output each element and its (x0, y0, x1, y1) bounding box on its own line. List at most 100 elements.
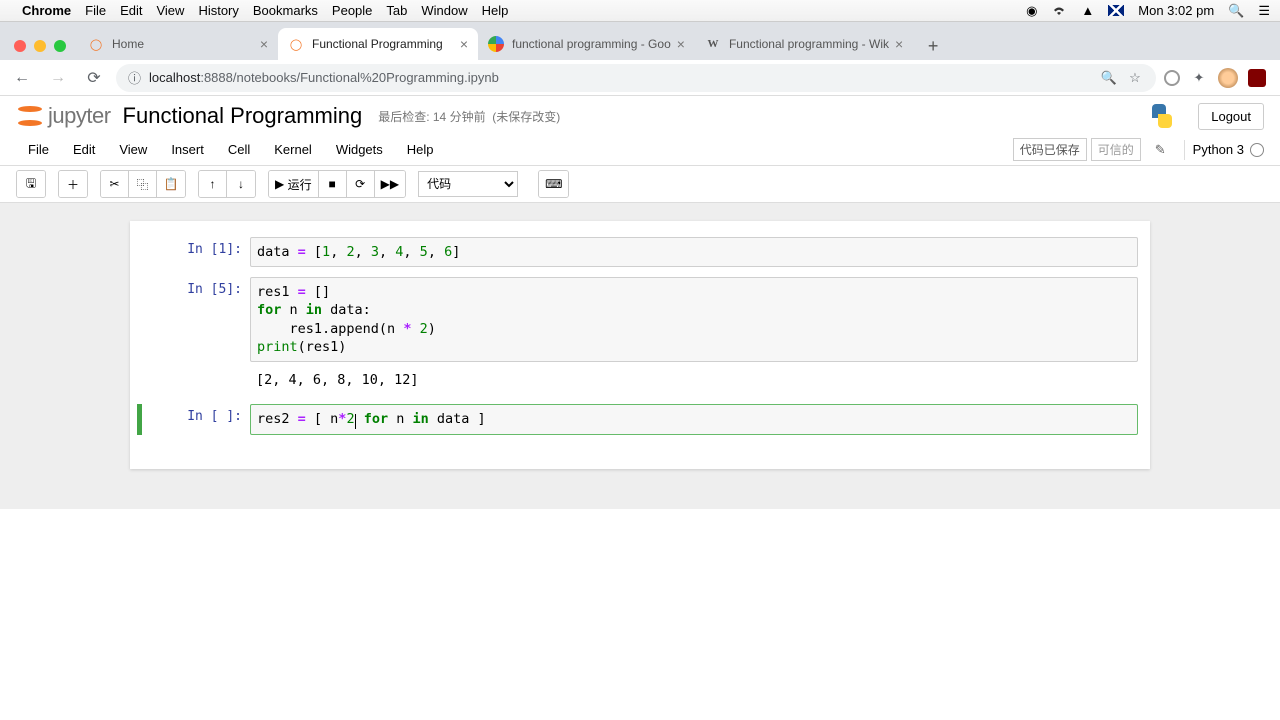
code-input[interactable]: data = [1, 2, 3, 4, 5, 6] (250, 237, 1138, 267)
app-name[interactable]: Chrome (22, 3, 71, 18)
jupyter-page: jupyter Functional Programming 最后检查: 14 … (0, 96, 1280, 509)
spotlight-icon[interactable]: 🔍 (1228, 3, 1244, 19)
code-input[interactable]: res2 = [ n*2 for n in data ] (250, 404, 1138, 434)
move-down-button[interactable]: ↓ (227, 171, 255, 197)
cut-button[interactable]: ✂ (101, 171, 129, 197)
save-button[interactable]: 🖫 (17, 171, 45, 197)
jup-menu-insert[interactable]: Insert (159, 138, 216, 161)
jupyter-toolbar: 🖫 ＋ ✂ ⿻ 📋 ↑ ↓ ▶ 运行 ■ ⟳ ▶▶ 代码 (0, 166, 1280, 203)
menu-edit[interactable]: Edit (120, 3, 142, 18)
dropbox-icon[interactable]: ▲ (1081, 3, 1094, 18)
extension-circle-icon[interactable] (1164, 70, 1180, 86)
profile-avatar[interactable] (1218, 68, 1238, 88)
run-button[interactable]: ▶ 运行 (269, 171, 319, 197)
run-label: 运行 (288, 176, 312, 193)
menu-file[interactable]: File (85, 3, 106, 18)
jup-menu-file[interactable]: File (16, 138, 61, 161)
address-bar[interactable]: ⓘ localhost:8888/notebooks/Functional%20… (116, 64, 1156, 92)
copy-button[interactable]: ⿻ (129, 171, 157, 197)
tab-title: Home (112, 37, 254, 51)
paste-button[interactable]: 📋 (157, 171, 185, 197)
jup-menu-view[interactable]: View (107, 138, 159, 161)
tab-title: Functional Programming (312, 37, 454, 51)
tab-notebook[interactable]: ◯ Functional Programming × (278, 28, 478, 60)
code-text: data = [1, 2, 3, 4, 5, 6] (257, 243, 1131, 261)
close-tab-icon[interactable]: × (895, 36, 903, 52)
arrow-up-icon: ↑ (210, 177, 216, 191)
tab-strip: ◯ Home × ◯ Functional Programming × func… (0, 22, 1280, 60)
menu-tab[interactable]: Tab (386, 3, 407, 18)
move-up-button[interactable]: ↑ (199, 171, 227, 197)
cell-type-select[interactable]: 代码 (418, 171, 518, 197)
close-window-button[interactable] (14, 40, 26, 52)
menu-extras-icon[interactable]: ☰ (1258, 3, 1270, 19)
menu-window[interactable]: Window (421, 3, 467, 18)
stop-button[interactable]: ■ (319, 171, 347, 197)
reload-button[interactable]: ⟳ (80, 64, 108, 92)
edit-metadata-icon[interactable]: ✎ (1145, 142, 1176, 158)
wifi-icon[interactable] (1051, 5, 1067, 17)
input-prompt: In [ ]: (142, 404, 250, 434)
notebook-title[interactable]: Functional Programming (123, 103, 363, 129)
fast-forward-icon: ▶▶ (381, 177, 399, 191)
menu-help[interactable]: Help (482, 3, 509, 18)
window-controls (6, 40, 78, 60)
code-cell[interactable]: In [5]: res1 = [] for n in data: res1.ap… (142, 277, 1138, 362)
bookmark-icon[interactable]: ☆ (1126, 69, 1144, 87)
menu-history[interactable]: History (198, 3, 238, 18)
chrome-window: ◯ Home × ◯ Functional Programming × func… (0, 22, 1280, 720)
back-button[interactable]: ← (8, 64, 36, 92)
save-status: 代码已保存 (1013, 138, 1087, 161)
save-icon: 🖫 (26, 174, 36, 195)
clock[interactable]: Mon 3:02 pm (1138, 3, 1214, 18)
forward-button[interactable]: → (44, 64, 72, 92)
run-icon: ▶ (275, 177, 284, 191)
zoom-icon[interactable]: 🔍 (1100, 69, 1118, 87)
tab-home[interactable]: ◯ Home × (78, 28, 278, 60)
logout-button[interactable]: Logout (1198, 103, 1264, 130)
add-cell-button[interactable]: ＋ (59, 171, 87, 197)
restart-run-all-button[interactable]: ▶▶ (375, 171, 405, 197)
new-tab-button[interactable]: + (919, 32, 947, 60)
code-cell[interactable]: In [1]: data = [1, 2, 3, 4, 5, 6] (142, 237, 1138, 267)
plus-icon: ＋ (67, 176, 79, 193)
tab-title: Functional programming - Wik (729, 37, 889, 51)
extensions-icon[interactable]: ✦ (1190, 69, 1208, 87)
cut-icon: ✂ (109, 177, 119, 191)
code-cell-selected[interactable]: In [ ]: res2 = [ n*2 for n in data ] (137, 404, 1138, 434)
command-palette-button[interactable]: ⌨ (539, 171, 568, 197)
close-tab-icon[interactable]: × (677, 36, 685, 52)
menu-view[interactable]: View (156, 3, 184, 18)
menu-people[interactable]: People (332, 3, 372, 18)
restart-button[interactable]: ⟳ (347, 171, 375, 197)
close-tab-icon[interactable]: × (460, 36, 468, 52)
tab-title: functional programming - Goo (512, 37, 671, 51)
jup-menu-cell[interactable]: Cell (216, 138, 262, 161)
zoom-window-button[interactable] (54, 40, 66, 52)
jup-menu-help[interactable]: Help (395, 138, 446, 161)
tab-wikipedia[interactable]: W Functional programming - Wik × (695, 28, 913, 60)
google-favicon (488, 36, 504, 52)
jup-menu-kernel[interactable]: Kernel (262, 138, 324, 161)
ublock-icon[interactable] (1248, 69, 1266, 87)
restart-icon: ⟳ (355, 177, 365, 191)
kernel-indicator-icon[interactable] (1250, 143, 1264, 157)
menu-bookmarks[interactable]: Bookmarks (253, 3, 318, 18)
code-text: res2 = [ n*2 for n in data ] (257, 410, 1131, 428)
jupyter-logo[interactable]: jupyter (16, 102, 111, 130)
jupyter-header: jupyter Functional Programming 最后检查: 14 … (0, 96, 1280, 134)
flag-icon[interactable] (1108, 5, 1124, 16)
jup-menu-widgets[interactable]: Widgets (324, 138, 395, 161)
minimize-window-button[interactable] (34, 40, 46, 52)
output-cell: Out: [2, 4, 6, 8, 10, 12] (142, 366, 1138, 394)
macos-menubar: Chrome File Edit View History Bookmarks … (0, 0, 1280, 22)
notebook-container: In [1]: data = [1, 2, 3, 4, 5, 6] In [5]… (0, 203, 1280, 509)
close-tab-icon[interactable]: × (260, 36, 268, 52)
jup-menu-edit[interactable]: Edit (61, 138, 107, 161)
screencast-icon[interactable]: ◉ (1026, 3, 1037, 19)
site-info-icon[interactable]: ⓘ (128, 68, 141, 87)
code-input[interactable]: res1 = [] for n in data: res1.append(n *… (250, 277, 1138, 362)
trusted-status[interactable]: 可信的 (1091, 138, 1141, 161)
kernel-name[interactable]: Python 3 (1193, 142, 1250, 157)
tab-google[interactable]: functional programming - Goo × (478, 28, 695, 60)
